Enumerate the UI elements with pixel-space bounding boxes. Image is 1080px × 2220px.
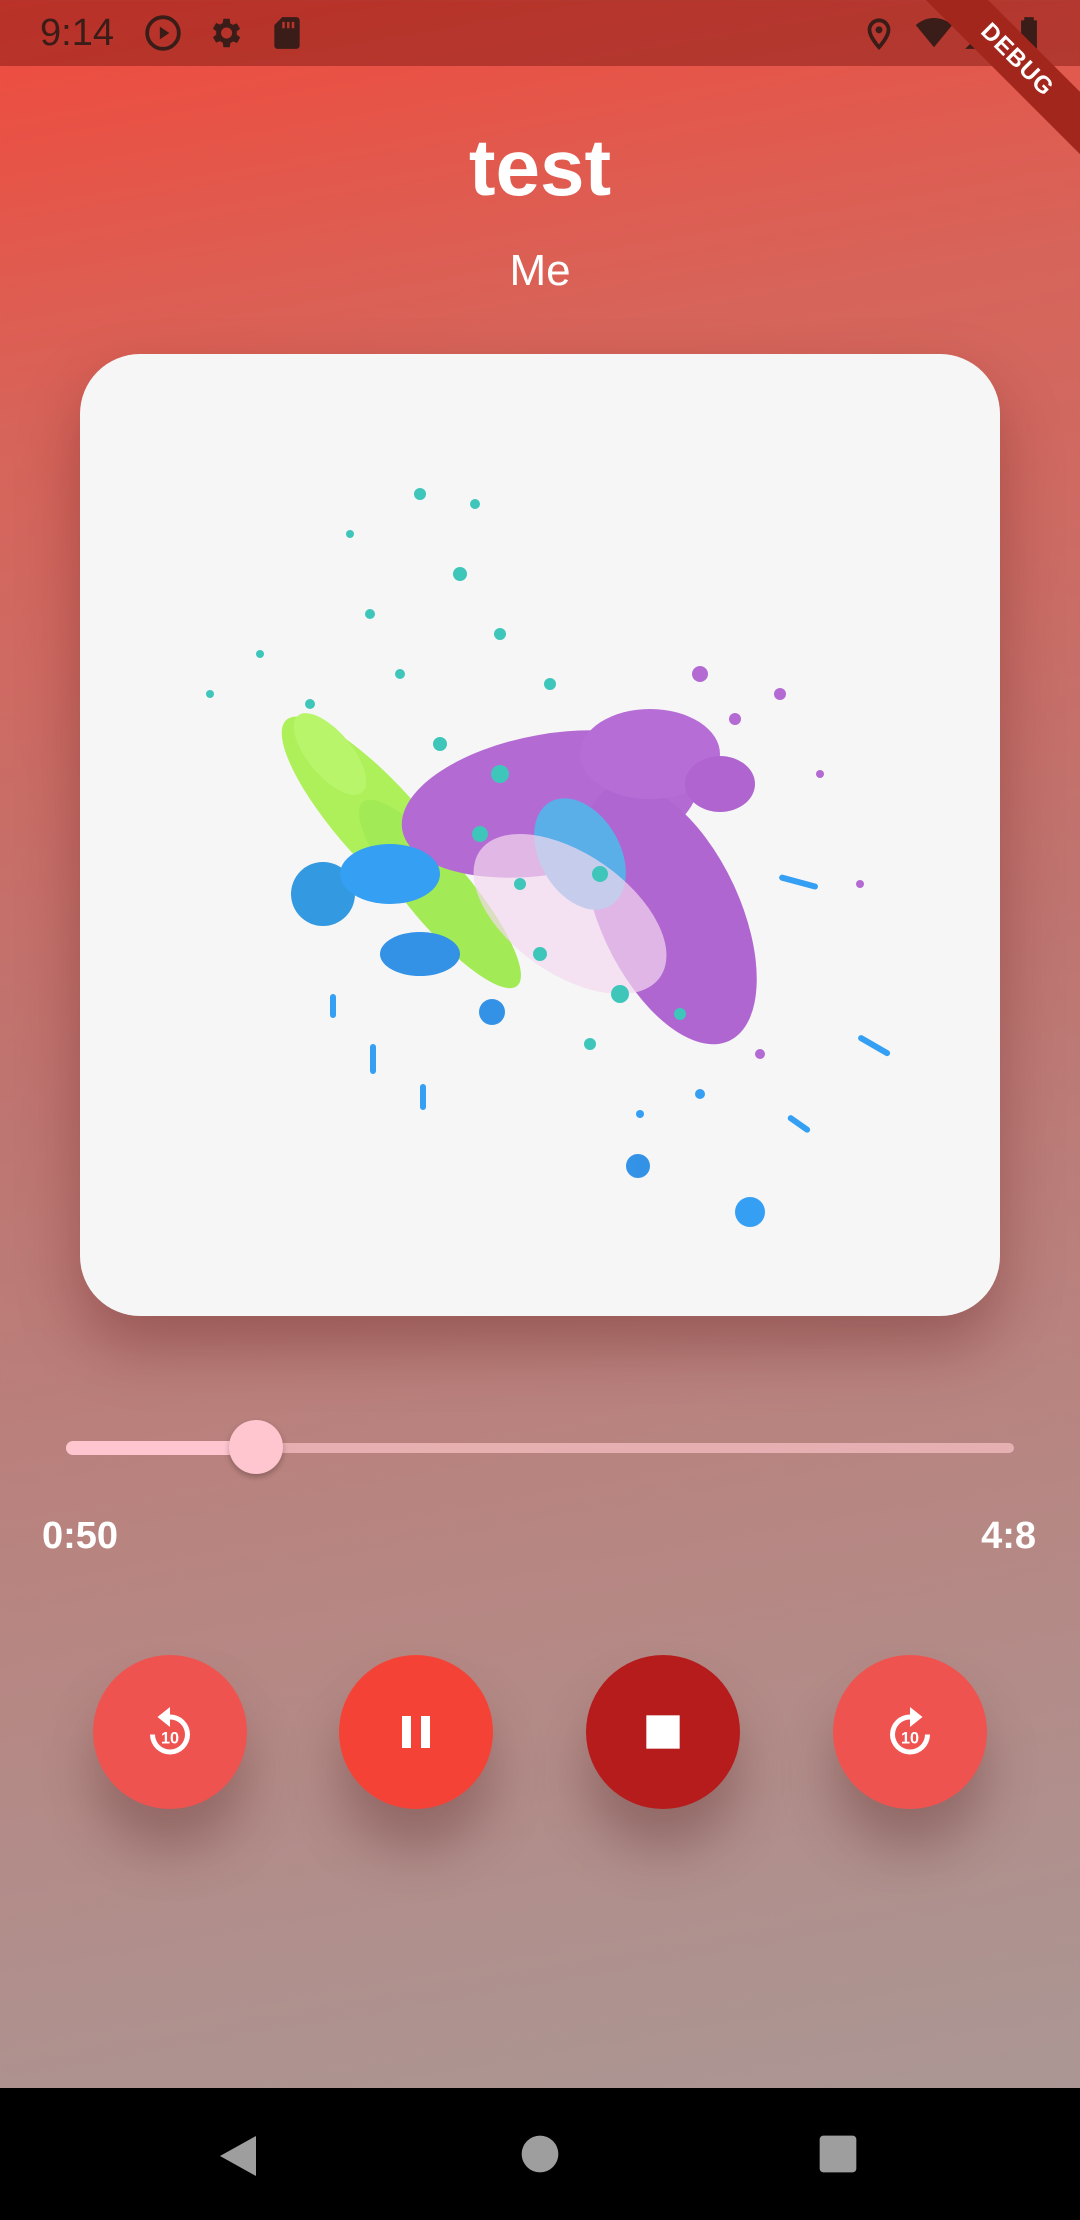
replay-10-label: 10 xyxy=(161,1729,179,1747)
stop-button[interactable] xyxy=(586,1655,740,1809)
recents-icon[interactable] xyxy=(816,2132,860,2176)
home-icon[interactable] xyxy=(518,2132,562,2176)
album-art xyxy=(80,354,1000,1316)
pause-icon xyxy=(402,1716,430,1748)
track-artist: Me xyxy=(509,246,571,295)
forward-10-button[interactable]: 10 xyxy=(833,1655,987,1809)
replay-10-button[interactable]: 10 xyxy=(93,1655,247,1809)
stop-icon xyxy=(646,1715,680,1749)
seek-slider[interactable] xyxy=(66,1420,1014,1474)
pause-button[interactable] xyxy=(339,1655,493,1809)
replay-10-icon: 10 xyxy=(150,1707,190,1755)
slider-thumb[interactable] xyxy=(229,1420,283,1474)
current-time: 0:50 xyxy=(42,1515,119,1557)
play-circle-icon xyxy=(145,15,181,51)
gear-icon xyxy=(212,18,241,48)
slider-progress xyxy=(66,1441,256,1455)
status-time: 9:14 xyxy=(40,12,114,54)
location-icon xyxy=(867,18,891,51)
status-bar: 9:14 xyxy=(0,0,1080,66)
forward-10-label: 10 xyxy=(901,1729,919,1747)
paint-splash-image xyxy=(206,488,891,1227)
total-duration: 4:8 xyxy=(981,1515,1036,1557)
sd-card-icon xyxy=(274,17,300,49)
forward-10-icon: 10 xyxy=(890,1707,930,1755)
back-icon[interactable] xyxy=(216,2132,260,2180)
track-title: test xyxy=(468,123,612,212)
navigation-bar xyxy=(0,2088,1080,2220)
